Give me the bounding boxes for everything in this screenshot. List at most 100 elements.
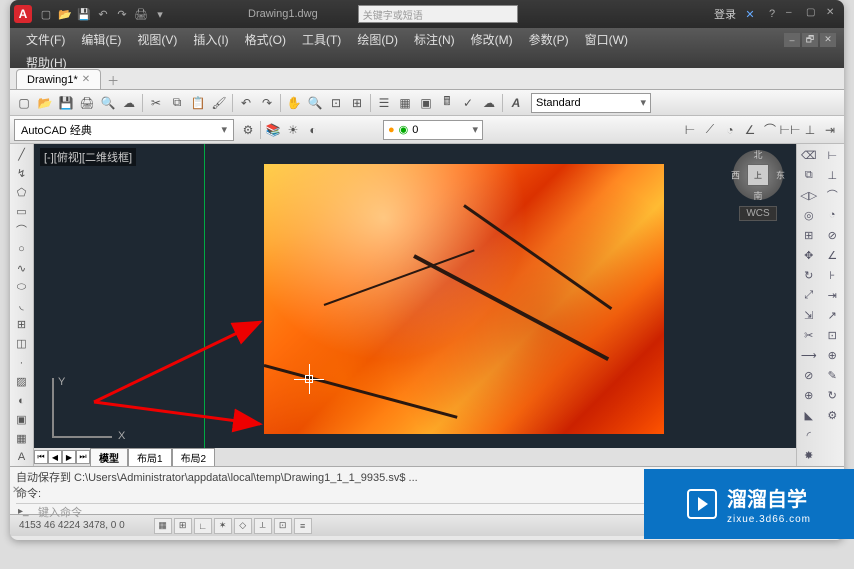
dim-baseline-icon[interactable]: ⊥ [800, 120, 820, 140]
dim-h-icon[interactable]: ⊢ [823, 146, 841, 164]
paste-icon[interactable]: 📋 [188, 93, 208, 113]
properties-icon[interactable]: ☰ [374, 93, 394, 113]
dim-linear-icon[interactable]: ⊢ [680, 120, 700, 140]
menu-param[interactable]: 参数(P) [521, 28, 577, 51]
erase-icon[interactable]: ⌫ [800, 146, 818, 164]
doc-close-button[interactable]: ✕ [820, 33, 836, 47]
menu-draw[interactable]: 绘图(D) [349, 28, 406, 51]
ellipse-icon[interactable]: ⬭ [13, 279, 31, 296]
text-style-selector[interactable]: Standard ▾ [531, 93, 651, 113]
polygon-icon[interactable]: ⬠ [13, 184, 31, 201]
preview-icon[interactable]: 🔍 [98, 93, 118, 113]
wcs-label[interactable]: WCS [739, 206, 776, 221]
qat-save-icon[interactable]: 💾 [76, 6, 92, 22]
dim-aligned-icon[interactable]: ⟋ [700, 120, 720, 140]
mirror-icon[interactable]: ◁▷ [800, 186, 818, 204]
tab-add-button[interactable]: ＋ [107, 72, 119, 89]
open-icon[interactable]: 📂 [35, 93, 55, 113]
menu-file[interactable]: 文件(F) [18, 28, 73, 51]
array-icon[interactable]: ⊞ [800, 226, 818, 244]
minimize-button[interactable]: – [786, 7, 800, 21]
ellipse-arc-icon[interactable]: ◟ [13, 298, 31, 315]
spline-icon[interactable]: ∿ [13, 260, 31, 277]
inserted-image[interactable] [264, 164, 664, 434]
sun-icon[interactable]: ☀ [283, 120, 303, 140]
layout-tab-model[interactable]: 模型 [90, 448, 128, 467]
marker-icon[interactable]: ✓ [458, 93, 478, 113]
sheet-icon[interactable]: ▦ [395, 93, 415, 113]
match-icon[interactable]: 🖌 [209, 93, 229, 113]
dim-ord-icon[interactable]: ⊦ [823, 266, 841, 284]
menu-edit[interactable]: 编辑(E) [73, 28, 129, 51]
qat-redo-icon[interactable]: ↷ [114, 6, 130, 22]
layout-tab-1[interactable]: 布局1 [128, 448, 172, 467]
insert-block-icon[interactable]: ⊞ [13, 316, 31, 333]
gradient-icon[interactable]: ◐ [13, 392, 31, 409]
layout-nav-last[interactable]: ⏭ [76, 450, 90, 464]
close-button[interactable]: ✕ [826, 7, 840, 21]
zoom-prev-icon[interactable]: ⊞ [347, 93, 367, 113]
tab-close-icon[interactable]: ✕ [82, 74, 90, 85]
doc-restore-button[interactable]: 🗗 [802, 33, 818, 47]
layout-nav-prev[interactable]: ◀ [48, 450, 62, 464]
trim-icon[interactable]: ✂ [800, 326, 818, 344]
stretch-icon[interactable]: ⇲ [800, 306, 818, 324]
zoom-window-icon[interactable]: ⊡ [326, 93, 346, 113]
doc-minimize-button[interactable]: – [784, 33, 800, 47]
tool-palette-icon[interactable]: ▣ [416, 93, 436, 113]
dim-ang-icon[interactable]: ∠ [823, 246, 841, 264]
menu-window[interactable]: 窗口(W) [577, 28, 636, 51]
copy-obj-icon[interactable]: ⧉ [800, 166, 818, 184]
new-icon[interactable]: ▢ [14, 93, 34, 113]
undo-icon[interactable]: ↶ [236, 93, 256, 113]
dim-v-icon[interactable]: ⊥ [823, 166, 841, 184]
viewport-label[interactable]: [-][俯视][二维线框] [40, 148, 136, 166]
extend-icon[interactable]: ⟶ [800, 346, 818, 364]
search-input[interactable]: 关键字或短语 [358, 5, 518, 23]
chamfer-icon[interactable]: ◣ [800, 406, 818, 424]
point-icon[interactable]: · [13, 354, 31, 371]
layer-selector[interactable]: ● ◉ 0 ▾ [383, 120, 483, 140]
dim-continue-icon[interactable]: ⊢⊢ [780, 120, 800, 140]
dim-quick2-icon[interactable]: ⇥ [823, 286, 841, 304]
qat-open-icon[interactable]: 📂 [57, 6, 73, 22]
menu-dim[interactable]: 标注(N) [406, 28, 463, 51]
dim-arc2-icon[interactable]: ⌒ [823, 186, 841, 204]
viewcube-face[interactable]: 上 [747, 164, 769, 186]
cut-icon[interactable]: ✂ [146, 93, 166, 113]
dim-edit-icon[interactable]: ✎ [823, 366, 841, 384]
publish-icon[interactable]: ☁ [119, 93, 139, 113]
text-icon[interactable]: A [13, 449, 31, 466]
layer-off-icon[interactable]: ◐ [303, 120, 323, 140]
print-icon[interactable]: 🖨 [77, 93, 97, 113]
dim-radius-icon[interactable]: ◔ [720, 120, 740, 140]
leader-icon[interactable]: ↗ [823, 306, 841, 324]
zoom-icon[interactable]: 🔍 [305, 93, 325, 113]
copy-icon[interactable]: ⧉ [167, 93, 187, 113]
arc-icon[interactable]: ⌒ [13, 222, 31, 239]
qat-more-icon[interactable]: ▾ [152, 6, 168, 22]
menu-format[interactable]: 格式(O) [237, 28, 294, 51]
region-icon[interactable]: ▣ [13, 411, 31, 428]
hatch-icon[interactable]: ▨ [13, 373, 31, 390]
offset-icon[interactable]: ◎ [800, 206, 818, 224]
layout-nav-next[interactable]: ▶ [62, 450, 76, 464]
menu-tools[interactable]: 工具(T) [294, 28, 349, 51]
qat-undo-icon[interactable]: ↶ [95, 6, 111, 22]
menu-view[interactable]: 视图(V) [129, 28, 185, 51]
scale-icon[interactable]: ⤢ [800, 286, 818, 304]
exchange-icon[interactable]: ✕ [742, 6, 758, 22]
dim-style-icon[interactable]: ⚙ [823, 406, 841, 424]
make-block-icon[interactable]: ◫ [13, 335, 31, 352]
menu-modify[interactable]: 修改(M) [463, 28, 521, 51]
fillet-icon[interactable]: ◜ [800, 426, 818, 444]
dim-update-icon[interactable]: ↻ [823, 386, 841, 404]
maximize-button[interactable]: ▢ [806, 7, 820, 21]
drawing-canvas[interactable]: [-][俯视][二维线框] Y X [34, 144, 796, 466]
join-icon[interactable]: ⊕ [800, 386, 818, 404]
layout-nav-first[interactable]: ⏮ [34, 450, 48, 464]
tol-icon[interactable]: ⊡ [823, 326, 841, 344]
workspace-selector[interactable]: AutoCAD 经典 ▾ [14, 119, 234, 141]
menu-insert[interactable]: 插入(I) [185, 28, 236, 51]
rotate-icon[interactable]: ↻ [800, 266, 818, 284]
